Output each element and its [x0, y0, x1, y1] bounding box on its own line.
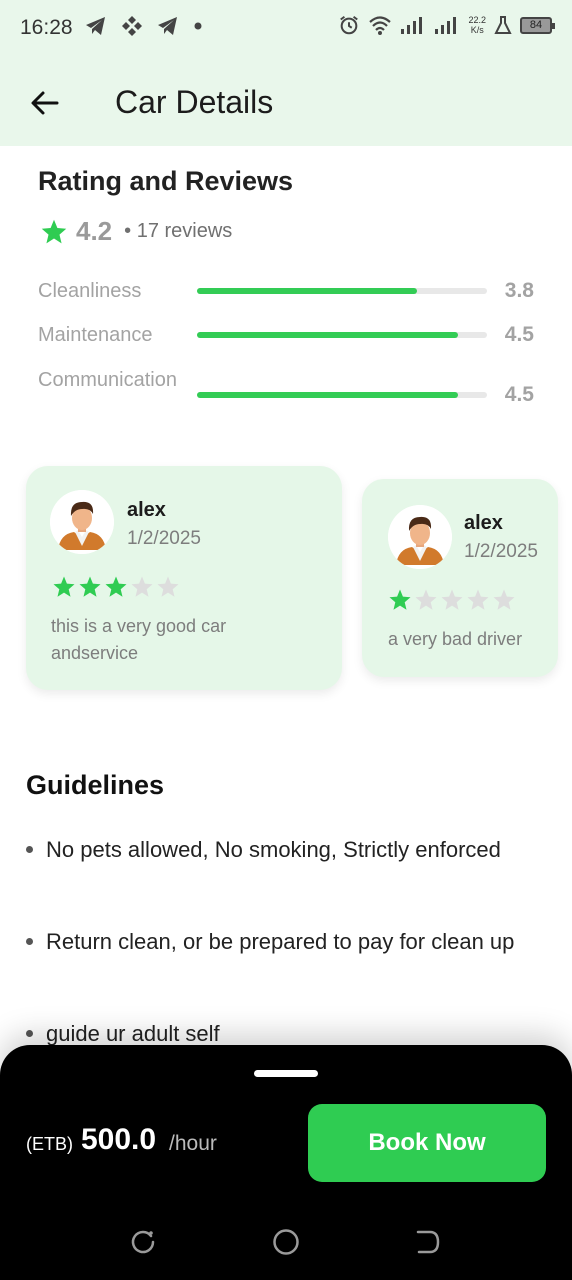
price-currency: (ETB) — [26, 1134, 73, 1154]
app-bar: Car Details — [0, 58, 572, 146]
signal-icon — [401, 17, 423, 34]
guidelines-title: Guidelines — [26, 770, 165, 800]
metric-bar-fill — [197, 332, 458, 338]
reviewer-name: alex — [464, 512, 503, 534]
reviewer-name: alex — [127, 499, 166, 521]
bullet-icon — [26, 1030, 33, 1037]
avatar — [388, 505, 452, 569]
telegram-icon — [86, 17, 105, 35]
review-stars — [388, 588, 516, 612]
metric-value: 3.8 — [504, 279, 534, 302]
avatar-illustration — [50, 490, 114, 554]
star-empty-icon — [415, 589, 437, 610]
guideline-text: Return clean, or be prepared to pay for … — [46, 929, 515, 954]
booking-sheet: (ETB) 500.0 /hour Book Now — [0, 1045, 572, 1280]
notification-icons — [84, 14, 204, 38]
signal-icon — [435, 17, 457, 34]
network-speed: 22.2 K/s — [468, 15, 486, 35]
metric-value: 4.5 — [504, 383, 534, 406]
price-amount: 500.0 — [81, 1123, 157, 1156]
flask-icon — [494, 16, 512, 34]
star-empty-icon — [467, 589, 489, 610]
recent-apps-icon[interactable] — [129, 1228, 157, 1256]
battery-icon: 84 — [520, 16, 555, 34]
review-text: this is a very good car andservice — [51, 616, 227, 663]
review-card[interactable]: alex 1/2/2025 a very bad driver — [362, 479, 558, 677]
system-icons: 22.2 K/s 84 — [338, 14, 555, 36]
metric-value: 4.5 — [504, 323, 534, 346]
star-empty-icon — [493, 589, 515, 610]
star-filled-icon — [53, 576, 75, 597]
star-empty-icon — [131, 576, 153, 597]
book-now-button[interactable]: Book Now — [308, 1104, 546, 1182]
drag-handle[interactable] — [254, 1070, 318, 1077]
metric-maintenance: Maintenance 4.5 — [38, 320, 538, 354]
bullet-icon — [26, 938, 33, 945]
rating-summary: 4.2 • 17 reviews — [40, 216, 232, 247]
review-date: 1/2/2025 — [464, 541, 538, 562]
wifi-icon — [369, 16, 392, 35]
guideline-text: No pets allowed, No smoking, Strictly en… — [46, 837, 501, 862]
star-empty-icon — [441, 589, 463, 610]
star-empty-icon — [157, 576, 179, 597]
telegram-icon — [158, 17, 177, 35]
review-stars — [52, 575, 180, 599]
status-bar: 16:28 22.2 K/s 84 — [0, 0, 572, 58]
review-text: a very bad driver — [388, 629, 523, 649]
metric-bar — [197, 392, 487, 398]
dot-icon — [194, 22, 202, 30]
guideline-item: No pets allowed, No smoking, Strictly en… — [26, 833, 546, 867]
home-icon[interactable] — [272, 1228, 300, 1256]
metric-label: Maintenance — [38, 324, 153, 346]
metric-cleanliness: Cleanliness 3.8 — [38, 276, 538, 310]
metric-bar — [197, 288, 487, 294]
reviews-count: • 17 reviews — [124, 220, 233, 242]
average-rating: 4.2 — [76, 216, 113, 246]
review-card[interactable]: alex 1/2/2025 this is a very good car an… — [26, 466, 342, 690]
metric-bar — [197, 332, 487, 338]
metric-label: Cleanliness — [38, 280, 142, 302]
star-filled-icon — [105, 576, 127, 597]
metric-bar-fill — [197, 392, 458, 398]
network-speed-unit: K/s — [470, 25, 484, 35]
bullet-icon — [26, 846, 33, 853]
review-date: 1/2/2025 — [127, 528, 201, 549]
back-nav-icon[interactable] — [414, 1228, 442, 1256]
star-icon — [41, 219, 67, 243]
metric-communication: Communication 4.5 — [38, 365, 538, 429]
avatar — [50, 490, 114, 554]
star-filled-icon — [79, 576, 101, 597]
price-unit: /hour — [169, 1132, 217, 1155]
metric-bar-fill — [197, 288, 418, 294]
avatar-illustration — [388, 505, 452, 569]
guideline-item: Return clean, or be prepared to pay for … — [26, 925, 546, 959]
star-filled-icon — [389, 589, 411, 610]
guideline-text: guide ur adult self — [46, 1021, 220, 1046]
status-time: 16:28 — [20, 16, 73, 39]
ratings-title: Rating and Reviews — [38, 166, 294, 196]
alarm-icon — [340, 15, 359, 35]
binance-icon — [122, 16, 142, 36]
page-title: Car Details — [115, 84, 274, 120]
network-speed-value: 22.2 — [468, 15, 486, 25]
back-arrow-icon[interactable] — [28, 86, 62, 120]
metric-label: Communication — [38, 369, 177, 391]
